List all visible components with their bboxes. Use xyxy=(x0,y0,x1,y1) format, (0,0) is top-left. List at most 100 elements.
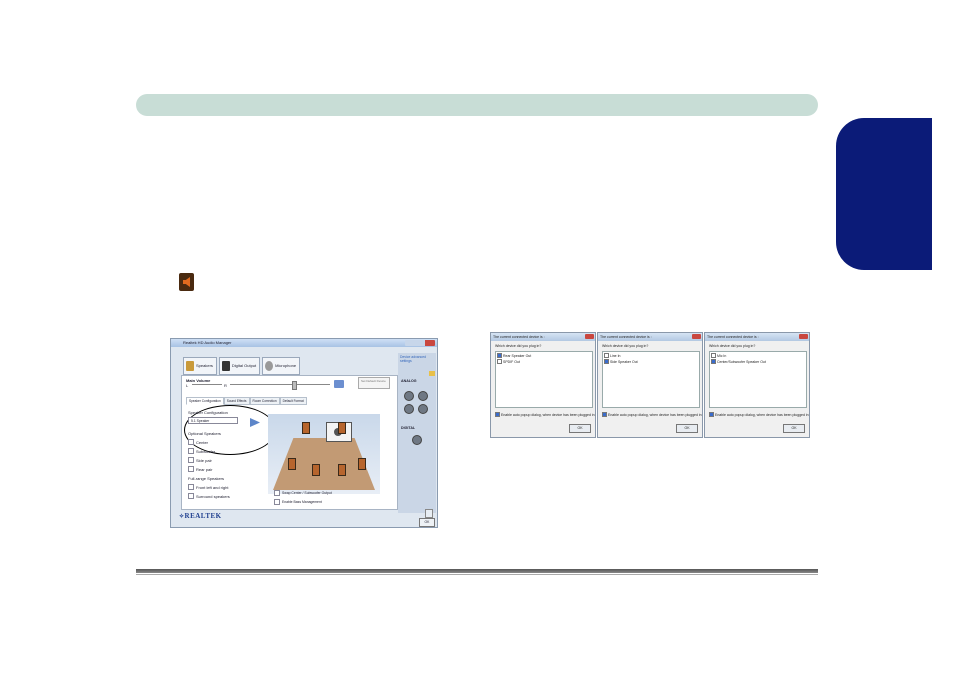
checkbox[interactable] xyxy=(188,448,194,454)
device-options-list: Line In Side Speaker Out xyxy=(602,351,700,408)
option-subwoofer[interactable]: Subwoofer xyxy=(188,448,263,454)
speaker-icon[interactable] xyxy=(338,422,346,434)
option-label: Surround speakers xyxy=(196,493,230,499)
tab-label: Speakers xyxy=(196,363,213,368)
mute-icon[interactable] xyxy=(334,380,344,388)
speaker-icon[interactable] xyxy=(338,464,346,476)
speaker-config-select[interactable]: 5.1 Speaker xyxy=(188,417,238,424)
tab-microphone[interactable]: Microphone xyxy=(262,357,301,375)
jack-status-pane: Device advanced settings ANALOG DIGITAL xyxy=(398,353,436,513)
jack-icon[interactable] xyxy=(418,404,428,414)
speaker-icon[interactable] xyxy=(358,458,366,470)
device-advanced-settings-link[interactable]: Device advanced settings xyxy=(400,355,430,363)
dialog-question: Which device did you plug in? xyxy=(602,344,649,348)
realtek-logo: REALTEK xyxy=(179,512,222,520)
tab-digital-output[interactable]: Digital Output xyxy=(218,357,261,375)
microphone-icon xyxy=(265,361,274,371)
footer-rule xyxy=(136,569,818,575)
balance-slider[interactable] xyxy=(192,384,222,385)
digital-label: DIGITAL xyxy=(401,426,416,430)
main-volume-slider[interactable] xyxy=(230,381,330,390)
option-bass-management[interactable]: Enable Bass Management xyxy=(274,499,332,505)
checkbox[interactable] xyxy=(188,457,194,463)
tab-default-format[interactable]: Default Format xyxy=(279,397,307,405)
option-label: Center xyxy=(196,439,209,445)
language-side-tab xyxy=(836,118,932,270)
dialog-title: The current connected device is : xyxy=(491,333,595,341)
option-label: Enable auto popup dialog, when device ha… xyxy=(501,412,595,417)
device-option[interactable]: Side Speaker Out xyxy=(603,358,699,364)
window-buttons[interactable] xyxy=(405,340,435,346)
checkbox[interactable] xyxy=(497,353,502,358)
device-options-list: Mic In Center/Subwoofer Speaker Out xyxy=(709,351,807,408)
checkbox[interactable] xyxy=(604,353,609,358)
device-option[interactable]: SPDIF Out xyxy=(496,358,592,364)
option-center[interactable]: Center xyxy=(188,439,263,445)
checkbox[interactable] xyxy=(497,359,502,364)
speaker-icon[interactable] xyxy=(288,458,296,470)
play-icon[interactable] xyxy=(250,418,260,427)
option-side-pair[interactable]: Side pair xyxy=(188,457,263,463)
ok-button[interactable]: OK xyxy=(676,424,698,433)
checkbox[interactable] xyxy=(602,412,607,417)
option-surround[interactable]: Surround speakers xyxy=(188,493,263,499)
speaker-config-section: Speaker Configuration 5.1 Speaker Option… xyxy=(188,410,263,499)
info-icon[interactable] xyxy=(425,509,433,518)
checkbox[interactable] xyxy=(495,412,500,417)
folder-icon[interactable] xyxy=(429,371,435,376)
tab-sound-effects[interactable]: Sound Effects xyxy=(223,397,250,405)
checkbox[interactable] xyxy=(274,499,280,505)
checkbox[interactable] xyxy=(188,466,194,472)
analog-label: ANALOG xyxy=(401,379,417,383)
speaker-config-label: Speaker Configuration xyxy=(188,410,228,415)
tab-speakers[interactable]: Speakers xyxy=(183,357,217,375)
option-front-left-right[interactable]: Front left and right xyxy=(188,484,263,490)
close-icon[interactable] xyxy=(799,334,808,339)
option-label: Enable auto popup dialog, when device ha… xyxy=(715,412,809,417)
checkbox[interactable] xyxy=(188,493,194,499)
set-default-device-button[interactable]: Set Default Device xyxy=(358,377,390,389)
speaker-icon[interactable] xyxy=(312,464,320,476)
option-label: Mic In xyxy=(717,353,727,358)
option-label: Rear Speaker Out xyxy=(503,353,532,358)
speaker-icon[interactable] xyxy=(302,422,310,434)
checkbox[interactable] xyxy=(188,439,194,445)
jack-icon[interactable] xyxy=(404,404,414,414)
speakers-panel: Main Volume L R Set Default Device Speak… xyxy=(181,375,398,510)
checkbox[interactable] xyxy=(604,359,609,364)
option-label: Side Speaker Out xyxy=(610,359,638,364)
checkbox[interactable] xyxy=(188,484,194,490)
checkbox[interactable] xyxy=(711,359,716,364)
tab-speaker-configuration[interactable]: Speaker Configuration xyxy=(186,397,224,405)
auto-popup-option[interactable]: Enable auto popup dialog, when device ha… xyxy=(709,412,809,417)
audio-manager-window: Realtek HD Audio Manager Speakers Digita… xyxy=(170,338,438,528)
audio-manager-title: Realtek HD Audio Manager xyxy=(171,339,437,347)
close-icon[interactable] xyxy=(692,334,701,339)
section-header-bar xyxy=(136,94,818,116)
option-label: Subwoofer xyxy=(196,448,216,454)
speaker-volume-icon xyxy=(179,273,194,291)
jack-icon[interactable] xyxy=(418,391,428,401)
ok-button[interactable]: OK xyxy=(569,424,591,433)
digital-jack-icon[interactable] xyxy=(412,435,422,445)
option-rear-pair[interactable]: Rear pair xyxy=(188,466,263,472)
dialog-title: The current connected device is : xyxy=(705,333,809,341)
option-label: Enable Bass Management xyxy=(282,500,322,504)
dialog-question: Which device did you plug in? xyxy=(495,344,542,348)
ok-button[interactable]: OK xyxy=(419,518,435,527)
close-icon[interactable] xyxy=(585,334,594,339)
option-label: Line In xyxy=(610,353,621,358)
checkbox[interactable] xyxy=(711,353,716,358)
option-swap-center[interactable]: Swap Center / Subwoofer Output xyxy=(274,490,332,496)
ok-button[interactable]: OK xyxy=(783,424,805,433)
tab-label: Microphone xyxy=(275,363,297,368)
jack-icon[interactable] xyxy=(404,391,414,401)
device-option[interactable]: Center/Subwoofer Speaker Out xyxy=(710,358,806,364)
bottom-options: Swap Center / Subwoofer Output Enable Ba… xyxy=(274,487,332,505)
auto-popup-option[interactable]: Enable auto popup dialog, when device ha… xyxy=(495,412,595,417)
tab-room-correction[interactable]: Room Correction xyxy=(249,397,280,405)
digital-output-icon xyxy=(221,361,230,371)
checkbox[interactable] xyxy=(709,412,714,417)
auto-popup-option[interactable]: Enable auto popup dialog, when device ha… xyxy=(602,412,702,417)
checkbox[interactable] xyxy=(274,490,280,496)
